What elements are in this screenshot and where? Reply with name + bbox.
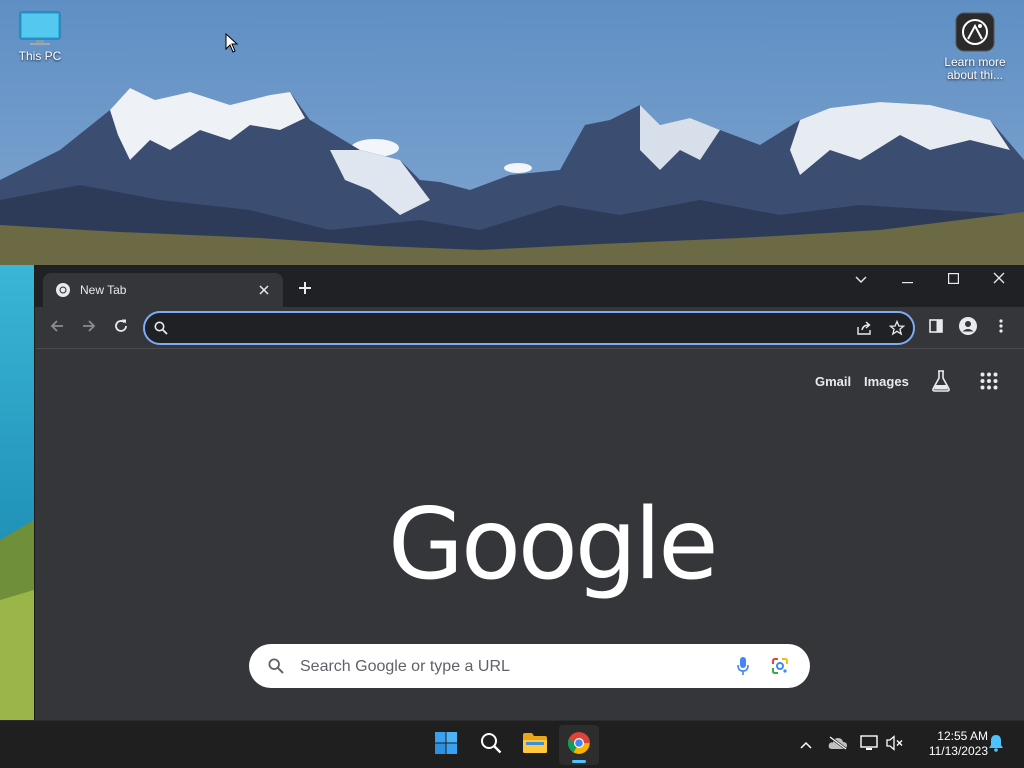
chrome-window: New Tab Gmail Images Google Search Googl… [34,265,1024,720]
file-explorer-icon [522,732,548,759]
reload-button[interactable] [109,316,133,340]
side-panel-icon [929,318,943,338]
bell-icon [988,734,1004,757]
onedrive-tray[interactable] [827,734,849,756]
maximize-icon [947,271,959,289]
labs-flask-icon[interactable] [931,370,951,397]
chevron-down-icon [855,271,867,289]
menu-button[interactable] [989,316,1013,340]
mouse-cursor-icon [225,32,239,58]
clock-date: 11/13/2023 [928,744,988,758]
tab-title: New Tab [80,283,127,297]
notification-center-button[interactable] [985,734,1007,756]
spotlight-icon [955,12,995,52]
start-button[interactable] [426,725,466,765]
address-bar[interactable] [143,311,915,345]
network-icon [860,734,878,756]
volume-tray[interactable] [884,734,906,756]
more-vert-icon [999,318,1003,338]
tab-new-tab[interactable]: New Tab [43,273,283,307]
chevron-up-icon [800,736,812,754]
system-clock[interactable]: 12:55 AM 11/13/2023 [912,729,988,759]
maximize-button[interactable] [930,265,976,295]
show-hidden-icons-button[interactable] [795,734,817,756]
bookmark-star-icon[interactable] [888,319,906,341]
google-search-box[interactable]: Search Google or type a URL [249,644,810,688]
search-icon [268,658,284,679]
minimize-button[interactable] [884,265,930,295]
arrow-left-icon [49,318,65,339]
chrome-icon [55,282,71,298]
close-tab-icon[interactable] [255,281,273,299]
apps-grid-icon[interactable] [980,372,998,395]
clock-time: 12:55 AM [937,729,988,743]
browser-toolbar [35,307,1024,349]
profile-button[interactable] [956,316,980,340]
desktop-icon-learn-more[interactable]: Learn more about thi... [935,12,1015,82]
share-icon[interactable] [857,321,873,340]
side-panel-button[interactable] [924,316,948,340]
chrome-icon [567,731,591,760]
desktop-icon-this-pc[interactable]: This PC [0,10,80,63]
file-explorer-button[interactable] [515,725,555,765]
close-icon [993,271,1005,289]
background-window-edge [0,265,34,720]
google-logo: Google [388,488,719,602]
images-link[interactable]: Images [864,374,909,389]
active-app-indicator [572,760,586,763]
chrome-taskbar-button[interactable] [559,725,599,765]
profile-icon [958,316,978,341]
taskbar: 12:55 AM 11/13/2023 [0,720,1024,768]
desktop-icon-label: This PC [18,49,62,63]
search-icon [480,732,502,759]
google-lens-icon[interactable] [771,657,789,680]
microphone-icon[interactable] [737,656,749,681]
close-window-button[interactable] [976,265,1022,295]
search-placeholder: Search Google or type a URL [300,658,510,675]
search-icon [154,321,168,340]
gmail-link[interactable]: Gmail [815,374,851,389]
minimize-icon [901,271,913,289]
new-tab-page: Gmail Images Google Search Google or typ… [35,350,1024,720]
new-tab-button[interactable] [293,278,317,302]
desktop-icon-label: Learn more about thi... [944,55,1006,82]
start-icon [434,731,458,760]
tab-search-button[interactable] [838,265,884,295]
network-tray[interactable] [858,734,880,756]
reload-icon [113,318,129,339]
arrow-right-icon [81,318,97,339]
taskbar-search-button[interactable] [471,725,511,765]
volume-muted-icon [886,734,904,756]
cloud-offline-icon [828,735,848,755]
back-button[interactable] [45,316,69,340]
address-input[interactable] [177,313,837,343]
plus-icon [298,281,312,300]
forward-button[interactable] [77,316,101,340]
title-bar: New Tab [35,265,1024,307]
monitor-icon [18,10,62,46]
